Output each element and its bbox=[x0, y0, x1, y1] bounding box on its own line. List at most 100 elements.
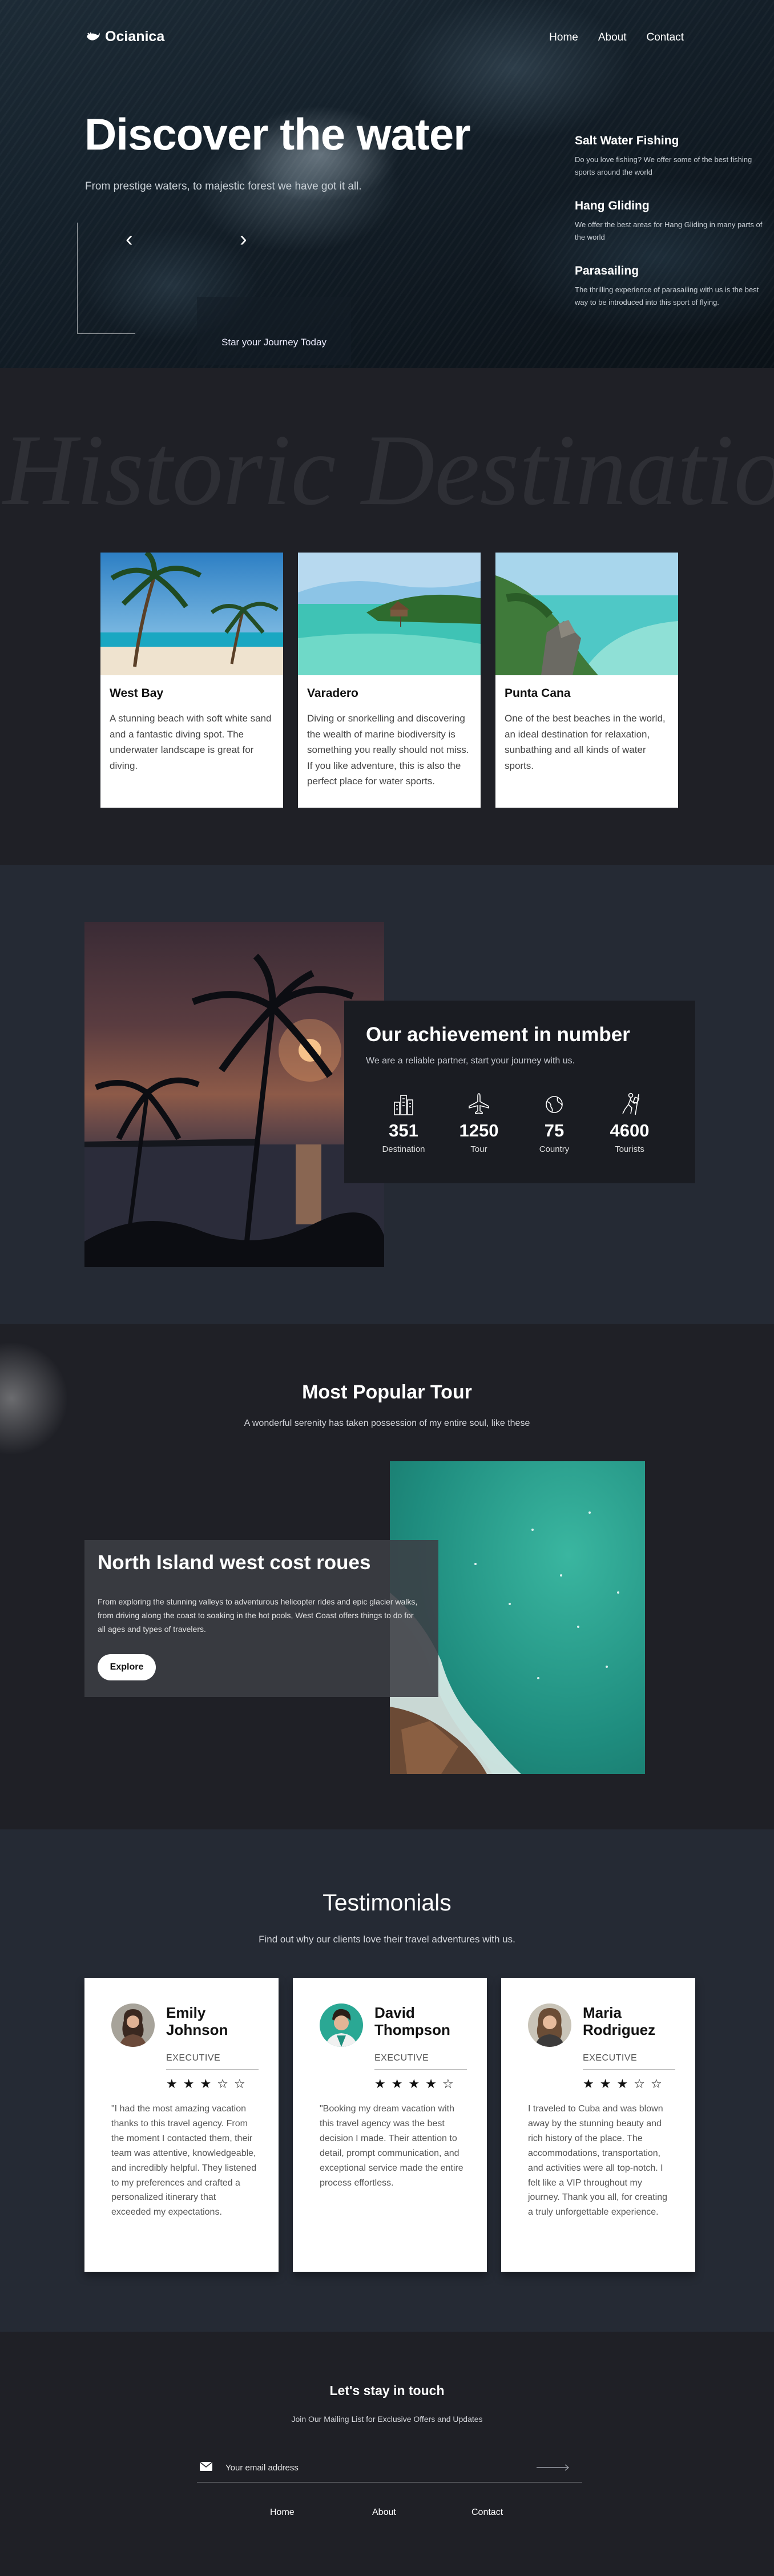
stat-value: 75 bbox=[544, 1120, 565, 1140]
feature-item: Hang Gliding We offer the best areas for… bbox=[575, 199, 763, 244]
mail-icon bbox=[200, 2462, 212, 2471]
testimonial-name: Maria Rodriguez bbox=[583, 2004, 656, 2038]
avatar bbox=[528, 2003, 571, 2047]
explore-button[interactable]: Explore bbox=[98, 1654, 156, 1680]
stat-tourists: 4600 Tourists bbox=[592, 1092, 667, 1154]
feature-title: Salt Water Fishing bbox=[575, 134, 679, 147]
traveler-icon bbox=[592, 1092, 667, 1116]
feature-item: Parasailing The thrilling experience of … bbox=[575, 264, 763, 309]
star-filled-icon: ★ bbox=[408, 2077, 426, 2091]
tour-card: North Island west cost roues From explor… bbox=[84, 1540, 438, 1697]
destination-name: West Bay bbox=[110, 687, 164, 700]
stat-country: 75 Country bbox=[517, 1092, 592, 1154]
destination-description: Diving or snorkelling and discovering th… bbox=[307, 713, 469, 787]
popular-tour-section: Most Popular Tour A wonderful serenity h… bbox=[0, 1324, 774, 1829]
hero-feature-list: Salt Water Fishing Do you love fishing? … bbox=[575, 134, 763, 330]
tour-card-title: North Island west cost roues bbox=[98, 1551, 371, 1574]
brand-name: Ocianica bbox=[105, 29, 165, 45]
newsletter-form bbox=[197, 2458, 582, 2482]
star-filled-icon: ★ bbox=[391, 2077, 409, 2091]
avatar bbox=[320, 2003, 363, 2047]
star-rating: ★★★☆☆ bbox=[583, 2077, 668, 2091]
testimonial-role: EXECUTIVE bbox=[374, 2053, 429, 2063]
destination-image bbox=[298, 553, 481, 675]
sunset-palm-image bbox=[84, 922, 384, 1267]
destination-description: A stunning beach with soft white sand an… bbox=[110, 713, 272, 771]
newsletter-title: Let's stay in touch bbox=[329, 2383, 445, 2398]
testimonial-text: "I had the most amazing vacation thanks … bbox=[111, 2104, 257, 2218]
divider bbox=[166, 2069, 259, 2070]
testimonial-name: David Thompson bbox=[374, 2004, 450, 2038]
testimonial-card: Maria Rodriguez EXECUTIVE ★★★☆☆ I travel… bbox=[501, 1978, 695, 2272]
destination-card-west-bay[interactable]: West Bay A stunning beach with soft whit… bbox=[100, 553, 283, 808]
stat-label: Country bbox=[539, 1144, 570, 1154]
star-filled-icon: ★ bbox=[425, 2077, 442, 2091]
testimonials-section: Testimonials Find out why our clients lo… bbox=[0, 1829, 774, 2332]
slider-prev-arrow-icon[interactable]: ‹ bbox=[126, 228, 133, 250]
nav-home-link[interactable]: Home bbox=[549, 31, 578, 44]
stat-tour: 1250 Tour bbox=[441, 1092, 517, 1154]
arrow-right-icon[interactable] bbox=[537, 2463, 571, 2472]
testimonial-text: I traveled to Cuba and was blown away by… bbox=[528, 2104, 667, 2218]
start-journey-label: Star your Journey Today bbox=[221, 337, 326, 348]
nav-about-link[interactable]: About bbox=[598, 31, 627, 44]
footer-about-link[interactable]: About bbox=[372, 2508, 396, 2518]
footer-home-link[interactable]: Home bbox=[270, 2508, 295, 2518]
star-empty-icon: ☆ bbox=[233, 2077, 251, 2091]
star-filled-icon: ★ bbox=[599, 2077, 617, 2091]
destination-image bbox=[495, 553, 678, 675]
feature-text: We offer the best areas for Hang Gliding… bbox=[575, 220, 763, 242]
star-filled-icon: ★ bbox=[166, 2077, 183, 2091]
divider bbox=[583, 2069, 675, 2070]
star-rating: ★★★☆☆ bbox=[166, 2077, 251, 2091]
star-empty-icon: ☆ bbox=[217, 2077, 234, 2091]
testimonial-card: Emily Johnson EXECUTIVE ★★★☆☆ "I had the… bbox=[84, 1978, 279, 2272]
achievement-subtitle: We are a reliable partner, start your jo… bbox=[366, 1056, 575, 1066]
destination-name: Punta Cana bbox=[505, 687, 571, 700]
stat-value: 1250 bbox=[459, 1120, 499, 1140]
star-empty-icon: ☆ bbox=[442, 2077, 459, 2091]
stat-destination: 351 Destination bbox=[366, 1092, 441, 1154]
main-menu: Home About Contact bbox=[549, 31, 684, 44]
tour-section-title: Most Popular Tour bbox=[302, 1381, 472, 1403]
divider bbox=[374, 2069, 467, 2070]
destination-card-varadero[interactable]: Varadero Diving or snorkelling and disco… bbox=[298, 553, 481, 808]
star-empty-icon: ☆ bbox=[650, 2077, 668, 2091]
achievement-panel: Our achievement in number We are a relia… bbox=[344, 1001, 695, 1183]
city-icon bbox=[366, 1092, 441, 1116]
brand-logo[interactable]: Ocianica bbox=[86, 29, 164, 45]
feature-text: The thrilling experience of parasailing … bbox=[575, 285, 759, 307]
hero-subtitle: From prestige waters, to majestic forest… bbox=[85, 180, 362, 192]
footer-contact-link[interactable]: Contact bbox=[471, 2508, 503, 2518]
star-filled-icon: ★ bbox=[200, 2077, 217, 2091]
destination-card-punta-cana[interactable]: Punta Cana One of the best beaches in th… bbox=[495, 553, 678, 808]
tour-card-description: From exploring the stunning valleys to a… bbox=[98, 1597, 418, 1634]
email-input[interactable] bbox=[225, 2461, 522, 2474]
stat-label: Destination bbox=[382, 1144, 425, 1154]
testimonials-title: Testimonials bbox=[322, 1889, 452, 1916]
start-journey-button[interactable]: Star your Journey Today bbox=[197, 297, 351, 365]
stat-value: 4600 bbox=[610, 1120, 650, 1140]
whale-icon bbox=[87, 32, 100, 41]
feature-title: Parasailing bbox=[575, 264, 639, 278]
stats-row: 351 Destination 1250 Tour 75 Country 460… bbox=[366, 1092, 667, 1154]
top-navbar: Ocianica Home About Contact bbox=[0, 0, 774, 74]
testimonial-name: Emily Johnson bbox=[166, 2004, 228, 2038]
feature-title: Hang Gliding bbox=[575, 199, 650, 213]
testimonials-subtitle: Find out why our clients love their trav… bbox=[259, 1934, 515, 1945]
airplane-icon bbox=[441, 1092, 517, 1116]
nav-contact-link[interactable]: Contact bbox=[647, 31, 684, 44]
stat-label: Tourists bbox=[615, 1144, 644, 1154]
star-filled-icon: ★ bbox=[616, 2077, 634, 2091]
star-rating: ★★★★☆ bbox=[374, 2077, 459, 2091]
destination-description: One of the best beaches in the world, an… bbox=[505, 713, 666, 771]
slider-next-arrow-icon[interactable]: › bbox=[240, 228, 247, 250]
avatar bbox=[111, 2003, 155, 2047]
globe-icon bbox=[517, 1092, 592, 1116]
achievement-title: Our achievement in number bbox=[366, 1023, 630, 1046]
feature-item: Salt Water Fishing Do you love fishing? … bbox=[575, 134, 763, 179]
achievement-section: Our achievement in number We are a relia… bbox=[0, 865, 774, 1324]
testimonial-card: David Thompson EXECUTIVE ★★★★☆ "Booking … bbox=[293, 1978, 487, 2272]
star-filled-icon: ★ bbox=[374, 2077, 392, 2091]
destination-name: Varadero bbox=[307, 687, 358, 700]
